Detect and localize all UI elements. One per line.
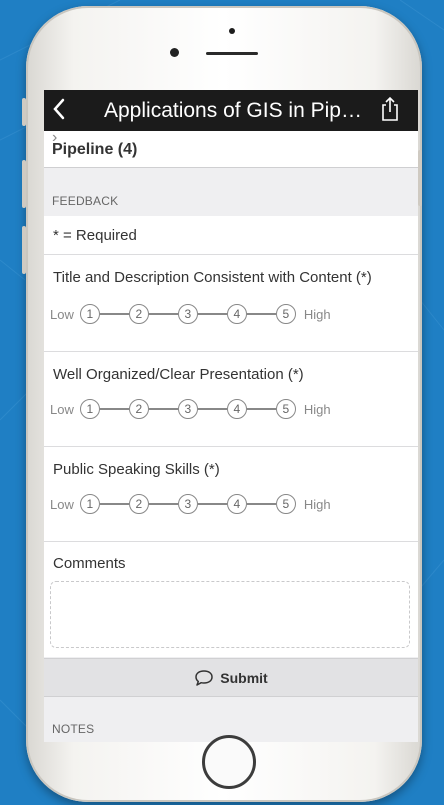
required-note-row: * = Required	[44, 216, 418, 255]
question-label: Public Speaking Skills (*)	[53, 461, 220, 478]
scale-high-label: High	[303, 401, 331, 417]
rating-option-4[interactable]: 4	[226, 494, 247, 514]
share-icon[interactable]	[380, 96, 400, 122]
front-camera	[170, 48, 179, 57]
home-button[interactable]	[202, 735, 256, 789]
rating-scale: Low 1 2 3 4 5 High	[50, 493, 331, 515]
rating-option-1[interactable]: 1	[79, 399, 100, 419]
rating-question-1: Title and Description Consistent with Co…	[44, 255, 418, 352]
navigation-bar: Applications of GIS in Pip…	[44, 90, 418, 131]
pipeline-row[interactable]: Pipeline (4) ›	[44, 129, 418, 168]
mute-switch	[22, 98, 26, 126]
scale-low-label: Low	[50, 306, 74, 322]
question-label: Well Organized/Clear Presentation (*)	[53, 366, 304, 383]
rating-option-4[interactable]: 4	[226, 304, 247, 324]
rating-option-2[interactable]: 2	[128, 494, 149, 514]
page-title: Applications of GIS in Pip…	[104, 99, 362, 122]
scale-low-label: Low	[50, 401, 74, 417]
rating-scale: Low 1 2 3 4 5 High	[50, 303, 331, 325]
rating-option-3[interactable]: 3	[177, 399, 198, 419]
rating-option-3[interactable]: 3	[177, 304, 198, 324]
speech-bubble-icon	[195, 669, 214, 686]
power-button	[418, 150, 422, 206]
app-screen: Applications of GIS in Pip… Pipeline (4)…	[44, 90, 418, 742]
rating-option-5[interactable]: 5	[275, 304, 296, 324]
notes-section-label: NOTES	[52, 722, 95, 736]
proximity-sensor	[229, 28, 235, 34]
chevron-right-icon: ›	[52, 129, 58, 146]
rating-option-4[interactable]: 4	[226, 399, 247, 419]
question-label: Title and Description Consistent with Co…	[53, 269, 372, 286]
submit-button[interactable]: Submit	[44, 658, 418, 697]
comments-textarea[interactable]	[50, 581, 410, 648]
required-note: * = Required	[53, 227, 137, 244]
feedback-section-label: FEEDBACK	[52, 194, 119, 208]
volume-down-button	[22, 226, 26, 274]
scale-low-label: Low	[50, 496, 74, 512]
rating-scale: Low 1 2 3 4 5 High	[50, 398, 331, 420]
rating-question-2: Well Organized/Clear Presentation (*) Lo…	[44, 352, 418, 447]
volume-up-button	[22, 160, 26, 208]
rating-option-3[interactable]: 3	[177, 494, 198, 514]
rating-option-1[interactable]: 1	[79, 304, 100, 324]
rating-option-5[interactable]: 5	[275, 494, 296, 514]
chevron-left-icon[interactable]	[52, 96, 66, 127]
comments-label: Comments	[53, 555, 126, 572]
rating-option-1[interactable]: 1	[79, 494, 100, 514]
submit-label: Submit	[220, 669, 268, 686]
rating-option-2[interactable]: 2	[128, 304, 149, 324]
scale-high-label: High	[303, 306, 331, 322]
scale-high-label: High	[303, 496, 331, 512]
rating-option-2[interactable]: 2	[128, 399, 149, 419]
earpiece-speaker	[206, 52, 258, 55]
rating-question-3: Public Speaking Skills (*) Low 1 2 3 4 5…	[44, 447, 418, 542]
rating-option-5[interactable]: 5	[275, 399, 296, 419]
